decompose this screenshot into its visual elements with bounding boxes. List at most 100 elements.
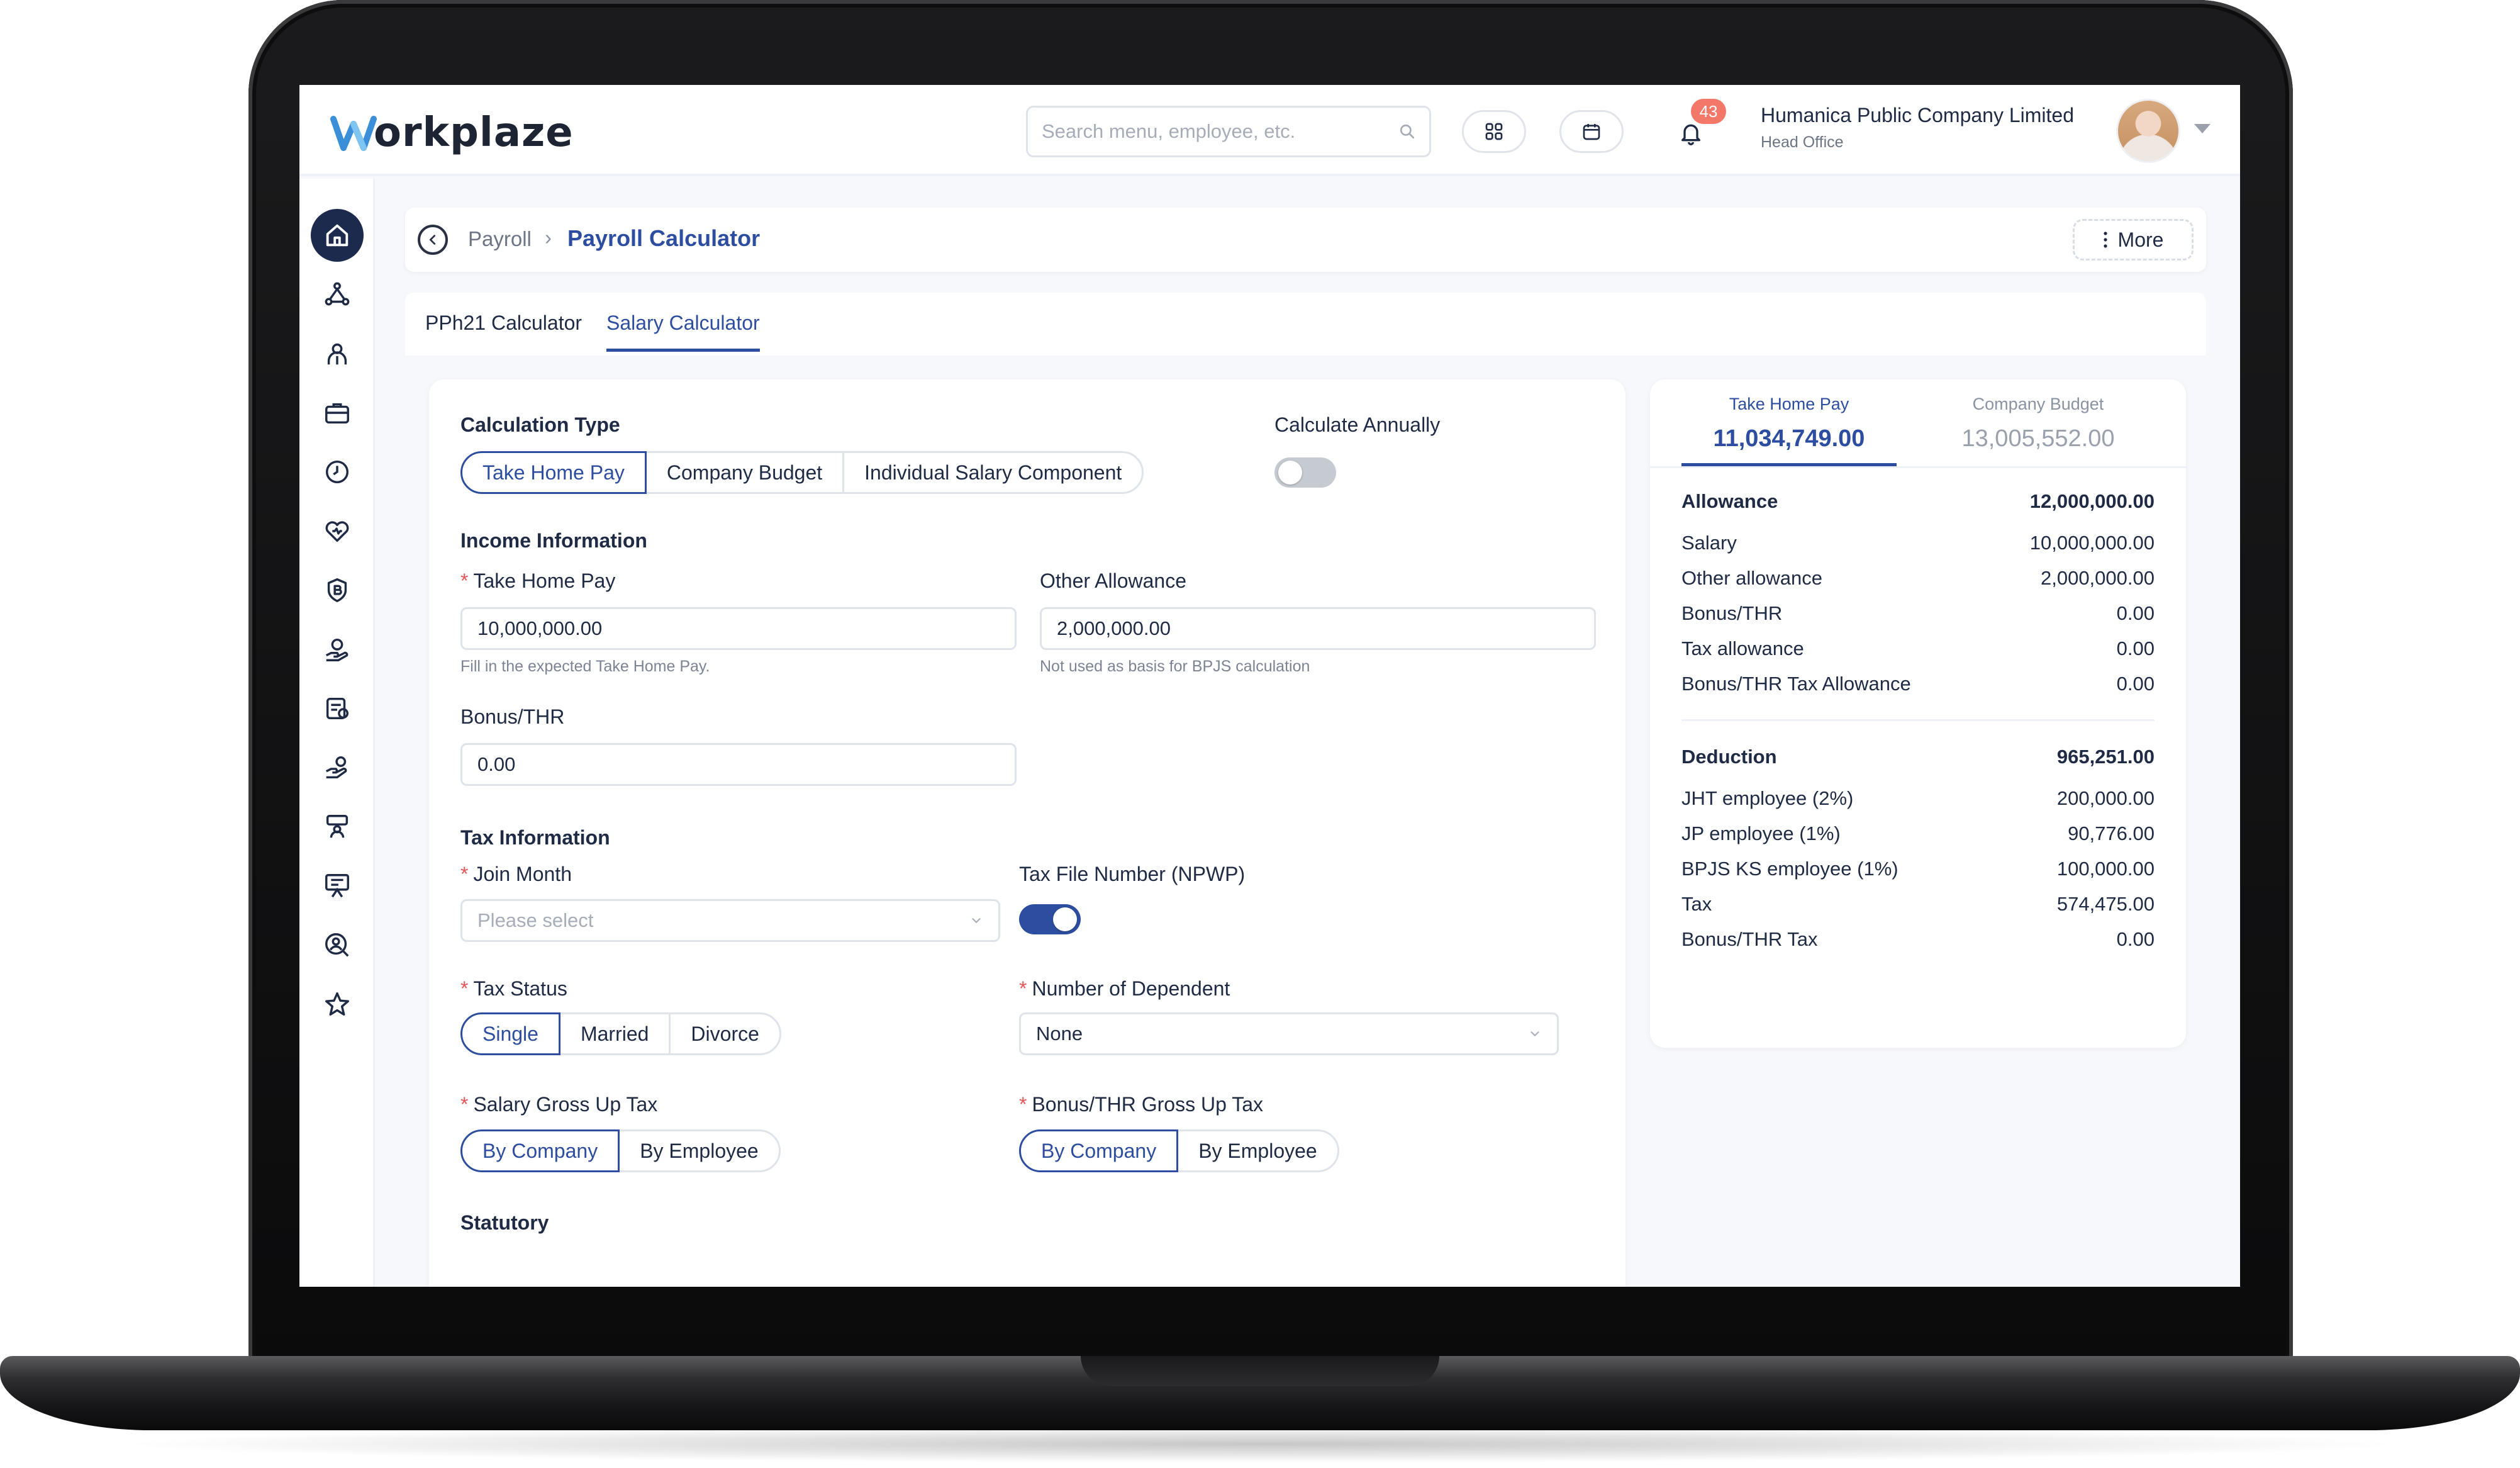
workplaze-logo[interactable]: orkplaze xyxy=(330,108,574,158)
take-home-pay-amount: 11,034,749.00 xyxy=(1713,425,1865,452)
company-switcher[interactable]: Humanica Public Company Limited Head Off… xyxy=(1761,104,2074,152)
bonus-gross-up-by-employee[interactable]: By Employee xyxy=(1176,1129,1339,1172)
sidebar-item-bpjs[interactable] xyxy=(311,564,364,617)
tab-pph21-calculator[interactable]: PPh21 Calculator xyxy=(425,311,582,349)
org-chart-icon xyxy=(325,282,350,306)
calc-type-company-budget[interactable]: Company Budget xyxy=(644,451,845,494)
logo-w-icon xyxy=(330,116,377,151)
allowance-header-row: Allowance 12,000,000.00 xyxy=(1681,490,2155,512)
company-branch: Head Office xyxy=(1761,133,1844,151)
required-marker: * xyxy=(1019,977,1027,1000)
npwp-toggle[interactable] xyxy=(1019,904,1081,934)
other-allowance-input[interactable] xyxy=(1040,607,1596,650)
home-icon xyxy=(326,224,348,247)
breadcrumb-payroll[interactable]: Payroll xyxy=(468,227,532,251)
salary-gross-up-by-employee[interactable]: By Employee xyxy=(618,1129,781,1172)
grid-icon xyxy=(1485,123,1503,140)
summary-tab-company-budget[interactable]: Company Budget 13,005,552.00 xyxy=(1931,392,2146,466)
sidebar-item-recruitment[interactable] xyxy=(311,919,364,972)
back-button[interactable] xyxy=(418,225,448,255)
sidebar-item-favorites[interactable] xyxy=(311,978,364,1031)
salary-summary-card: Take Home Pay 11,034,749.00 Company Budg… xyxy=(1650,379,2186,1048)
toggle-knob xyxy=(1278,461,1302,485)
money-hand-icon xyxy=(325,638,348,661)
chevron-down-icon xyxy=(972,918,981,924)
sidebar-item-benefits[interactable] xyxy=(311,505,364,558)
deduction-row: Bonus/THR Tax 0.00 xyxy=(1681,928,2155,950)
laptop-notch xyxy=(1081,1356,1439,1386)
bonus-gross-up-segment: By Company By Employee xyxy=(1019,1129,1339,1172)
global-search[interactable] xyxy=(1026,106,1431,157)
apps-grid-button[interactable] xyxy=(1462,110,1526,153)
calendar-button[interactable] xyxy=(1559,110,1624,153)
sidebar-item-employee[interactable] xyxy=(311,327,364,380)
sidebar-item-reimbursement[interactable] xyxy=(311,741,364,794)
bonus-thr-label: Bonus/THR xyxy=(460,705,565,728)
bonus-gross-up-by-company[interactable]: By Company xyxy=(1019,1129,1179,1172)
calendar-icon xyxy=(1583,124,1600,140)
more-vertical-icon xyxy=(2103,232,2107,248)
take-home-pay-input[interactable] xyxy=(460,607,1017,650)
star-icon xyxy=(325,992,349,1016)
deduction-header-row: Deduction 965,251.00 xyxy=(1681,746,2155,768)
calculate-annually-label: Calculate Annually xyxy=(1274,413,1441,436)
sidebar-item-payroll[interactable] xyxy=(311,623,364,676)
clock-icon xyxy=(325,460,349,484)
payroll-card-icon xyxy=(326,697,349,720)
tax-status-single[interactable]: Single xyxy=(460,1012,560,1055)
search-icon xyxy=(1400,124,1415,139)
bonus-gross-up-label: * Bonus/THR Gross Up Tax xyxy=(1019,1093,1263,1116)
sidebar-item-performance[interactable] xyxy=(311,860,364,912)
search-user-icon xyxy=(325,933,349,957)
deduction-row: Tax 574,475.00 xyxy=(1681,893,2155,915)
toggle-knob xyxy=(1053,907,1077,931)
salary-gross-up-segment: By Company By Employee xyxy=(460,1129,781,1172)
tax-status-segment: Single Married Divorce xyxy=(460,1012,781,1055)
summary-tab-label: Company Budget xyxy=(1972,395,2104,413)
allowance-row: Salary 10,000,000.00 xyxy=(1681,532,2155,554)
salary-form-card: Calculation Type Take Home Pay Company B… xyxy=(429,379,1625,1287)
calc-type-individual-salary[interactable]: Individual Salary Component xyxy=(842,451,1144,494)
tax-status-label: * Tax Status xyxy=(460,977,567,1000)
summary-tab-take-home-pay[interactable]: Take Home Pay 11,034,749.00 xyxy=(1681,392,1897,466)
allowance-row: Bonus/THR 0.00 xyxy=(1681,602,2155,624)
required-marker: * xyxy=(1019,1093,1027,1116)
sidebar-item-training[interactable] xyxy=(311,800,364,853)
presentation-icon xyxy=(325,874,349,898)
chevron-down-icon[interactable] xyxy=(2194,124,2211,133)
bell-icon xyxy=(1681,124,1700,145)
sidebar-item-time[interactable] xyxy=(311,445,364,498)
tax-information-title: Tax Information xyxy=(460,826,610,849)
sidebar-item-organization[interactable] xyxy=(311,268,364,321)
deduction-row: JP employee (1%) 90,776.00 xyxy=(1681,822,2155,844)
sidebar-item-jobs[interactable] xyxy=(311,386,364,439)
summary-divider xyxy=(1650,466,2186,468)
number-of-dependent-select[interactable]: None xyxy=(1019,1012,1559,1055)
tax-status-divorce[interactable]: Divorce xyxy=(669,1012,781,1055)
number-of-dependent-value: None xyxy=(1036,1023,1083,1045)
tax-status-married[interactable]: Married xyxy=(558,1012,671,1055)
more-button[interactable]: More xyxy=(2073,219,2194,261)
tab-salary-calculator[interactable]: Salary Calculator xyxy=(606,311,760,352)
search-input[interactable] xyxy=(1042,120,1399,143)
chevron-down-icon xyxy=(1530,1031,1539,1037)
briefcase-icon xyxy=(325,403,349,424)
heart-care-icon xyxy=(325,521,349,542)
bonus-thr-input[interactable] xyxy=(460,743,1017,786)
user-avatar[interactable] xyxy=(2116,99,2180,163)
shield-b-icon xyxy=(327,578,347,602)
join-month-select[interactable]: Please select xyxy=(460,899,1000,942)
calc-type-take-home-pay[interactable]: Take Home Pay xyxy=(460,451,647,494)
required-marker: * xyxy=(460,863,469,885)
salary-gross-up-by-company[interactable]: By Company xyxy=(460,1129,620,1172)
allowance-row: Bonus/THR Tax Allowance 0.00 xyxy=(1681,673,2155,695)
sidebar-item-home[interactable] xyxy=(311,209,364,262)
app-screen: orkplaze 43 Humanica Public Company Limi… xyxy=(299,85,2240,1287)
required-marker: * xyxy=(460,977,469,1000)
chevron-left-icon xyxy=(429,235,436,245)
other-allowance-helper: Not used as basis for BPJS calculation xyxy=(1040,658,1310,675)
deduction-row: JHT employee (2%) 200,000.00 xyxy=(1681,787,2155,809)
calculate-annually-toggle[interactable] xyxy=(1274,457,1336,488)
sidebar-item-payslip[interactable] xyxy=(311,682,364,735)
summary-tab-label: Take Home Pay xyxy=(1729,395,1849,413)
